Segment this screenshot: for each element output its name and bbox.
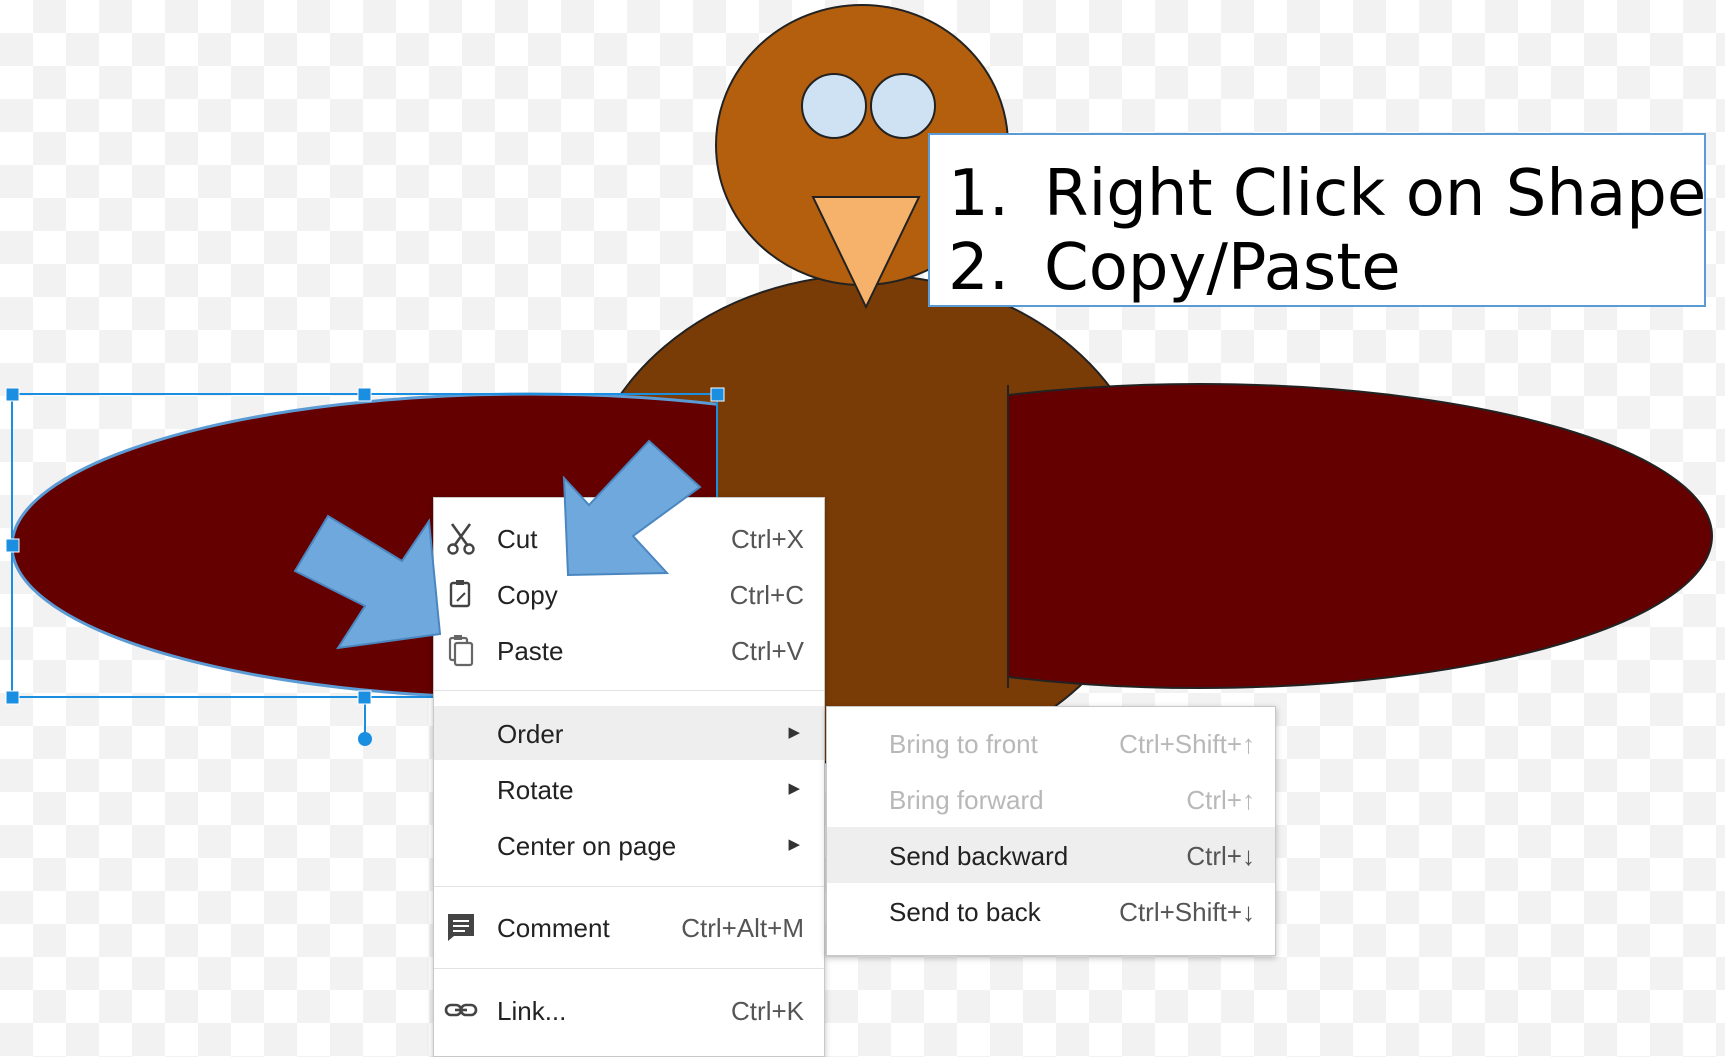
menu-item-center-on-page[interactable]: Center on page ▶ bbox=[434, 818, 824, 872]
submenu-arrow-icon: ▶ bbox=[788, 780, 800, 797]
submenu-item-bring-to-front[interactable]: Bring to front Ctrl+Shift+↑ bbox=[827, 715, 1275, 771]
copy-icon bbox=[449, 580, 471, 608]
menu-item-cut-label: Cut bbox=[497, 524, 538, 554]
menu-item-link-label: Link... bbox=[497, 996, 567, 1026]
submenu-item-bring-forward-shortcut: Ctrl+↑ bbox=[1186, 785, 1255, 815]
menu-item-paste[interactable]: Paste Ctrl+V bbox=[434, 623, 824, 677]
menu-item-copy-shortcut: Ctrl+C bbox=[729, 580, 804, 610]
submenu-arrow-icon: ▶ bbox=[788, 724, 800, 741]
callout-step-1-text: Right Click on Shape bbox=[1044, 157, 1707, 231]
submenu-item-bring-to-front-label: Bring to front bbox=[889, 729, 1038, 759]
callout-step-2-text: Copy/Paste bbox=[1044, 231, 1401, 305]
menu-item-link-shortcut: Ctrl+K bbox=[731, 996, 804, 1026]
menu-separator bbox=[434, 968, 824, 969]
resize-handle-tl[interactable] bbox=[5, 387, 20, 402]
submenu-item-send-backward-label: Send backward bbox=[889, 841, 1069, 871]
callout-step-1-number: 1. bbox=[948, 157, 1010, 231]
submenu-item-send-backward-shortcut: Ctrl+↓ bbox=[1186, 841, 1255, 871]
resize-handle-bm[interactable] bbox=[357, 690, 372, 705]
turkey-right-eye[interactable] bbox=[870, 73, 936, 139]
submenu-item-bring-to-front-shortcut: Ctrl+Shift+↑ bbox=[1119, 729, 1255, 759]
instruction-callout: 1. Right Click on Shape 2. Copy/Paste bbox=[928, 133, 1706, 307]
submenu-item-send-to-back-label: Send to back bbox=[889, 897, 1041, 927]
turkey-left-eye[interactable] bbox=[801, 73, 867, 139]
submenu-item-bring-forward[interactable]: Bring forward Ctrl+↑ bbox=[827, 771, 1275, 827]
menu-separator bbox=[434, 690, 824, 691]
resize-handle-tr[interactable] bbox=[710, 387, 725, 402]
menu-item-paste-label: Paste bbox=[497, 636, 564, 666]
menu-item-link[interactable]: Link... Ctrl+K bbox=[434, 983, 824, 1037]
order-submenu: Bring to front Ctrl+Shift+↑ Bring forwar… bbox=[826, 706, 1276, 956]
menu-item-comment[interactable]: Comment Ctrl+Alt+M bbox=[434, 900, 824, 954]
submenu-item-send-to-back[interactable]: Send to back Ctrl+Shift+↓ bbox=[827, 883, 1275, 939]
menu-item-cut[interactable]: Cut Ctrl+X bbox=[434, 511, 824, 565]
submenu-item-bring-forward-label: Bring forward bbox=[889, 785, 1044, 815]
menu-item-center-label: Center on page bbox=[497, 831, 677, 861]
menu-item-order[interactable]: Order ▶ bbox=[434, 706, 824, 760]
resize-handle-ml[interactable] bbox=[5, 538, 20, 553]
submenu-item-send-to-back-shortcut: Ctrl+Shift+↓ bbox=[1119, 897, 1255, 927]
menu-item-rotate[interactable]: Rotate ▶ bbox=[434, 762, 824, 816]
submenu-item-send-backward[interactable]: Send backward Ctrl+↓ bbox=[827, 827, 1275, 883]
paste-icon bbox=[448, 635, 474, 667]
menu-separator bbox=[434, 886, 824, 887]
menu-item-copy-label: Copy bbox=[497, 580, 558, 610]
callout-step-2-number: 2. bbox=[948, 231, 1010, 305]
menu-item-comment-label: Comment bbox=[497, 913, 610, 943]
resize-handle-tm[interactable] bbox=[357, 387, 372, 402]
submenu-arrow-icon: ▶ bbox=[788, 836, 800, 853]
menu-item-order-label: Order bbox=[497, 719, 564, 749]
context-menu: Cut Ctrl+X Copy Ctrl+C Paste Ctrl+V Orde… bbox=[433, 497, 825, 1057]
scissors-icon bbox=[447, 523, 475, 555]
rotate-handle[interactable] bbox=[358, 732, 372, 746]
menu-item-paste-shortcut: Ctrl+V bbox=[731, 636, 804, 666]
resize-handle-bl[interactable] bbox=[5, 690, 20, 705]
comment-icon bbox=[448, 914, 474, 941]
link-icon bbox=[444, 1003, 478, 1017]
menu-item-cut-shortcut: Ctrl+X bbox=[731, 524, 804, 554]
menu-item-rotate-label: Rotate bbox=[497, 775, 574, 805]
menu-item-comment-shortcut: Ctrl+Alt+M bbox=[681, 913, 804, 943]
menu-item-copy[interactable]: Copy Ctrl+C bbox=[434, 567, 824, 621]
